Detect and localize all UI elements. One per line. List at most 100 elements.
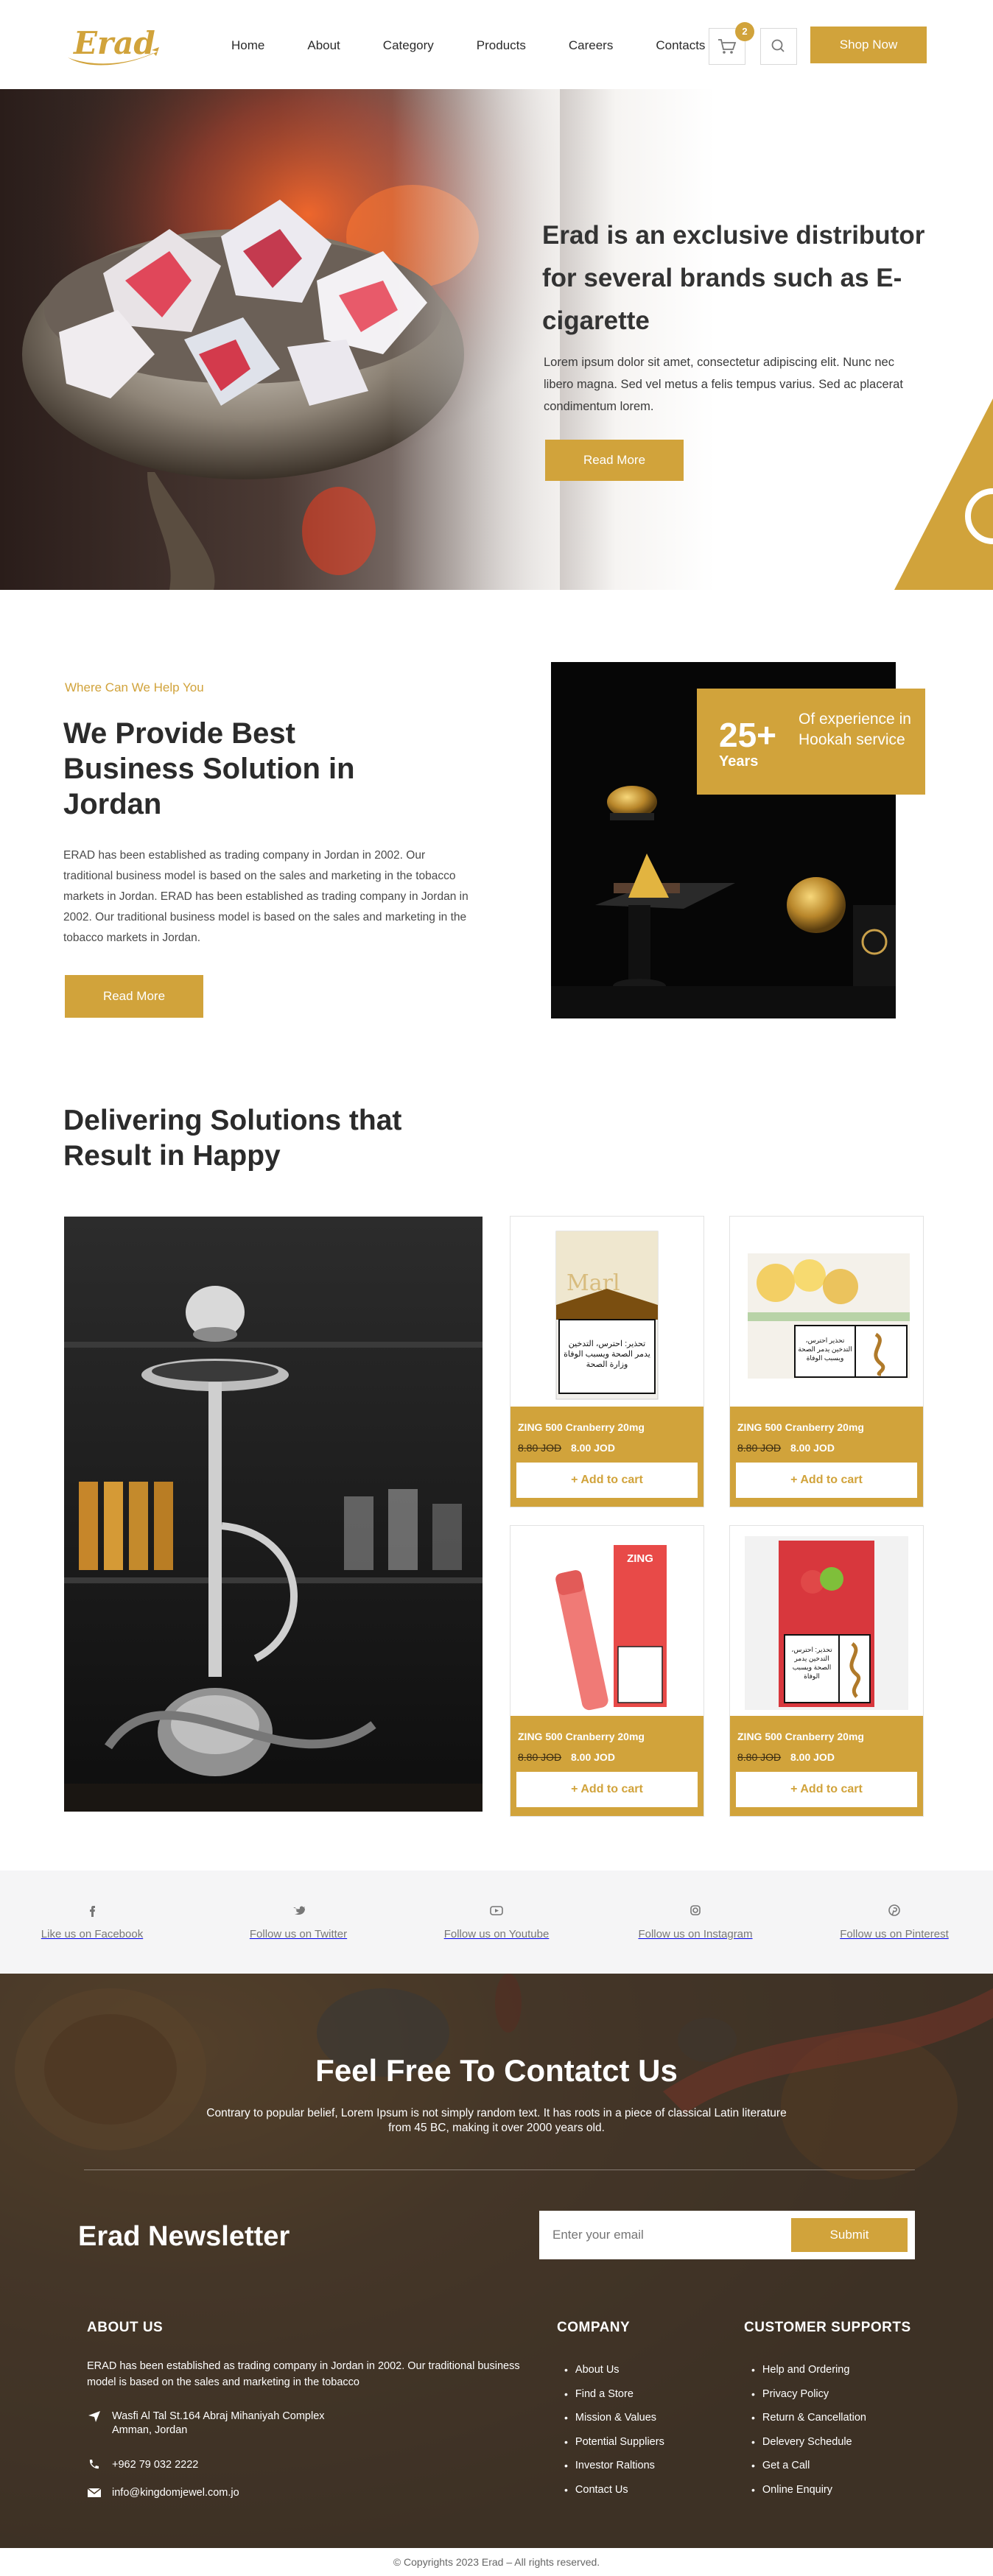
copyright-text: © Copyrights 2023 Erad – All rights rese…	[0, 2548, 993, 2576]
add-to-cart-button[interactable]: + Add to cart	[736, 1463, 917, 1498]
social-bar: Like us on Facebook Follow us on Twitter…	[0, 1871, 993, 1974]
address-text: Wasfi Al Tal St.164 Abraj Mihaniyah Comp…	[112, 2410, 325, 2436]
product-image: Marl	[510, 1217, 703, 1407]
pinterest-icon	[888, 1904, 900, 1916]
product-name[interactable]: ZING 500 Cranberry 20mg	[737, 1731, 864, 1742]
hero-title: Erad is an exclusive distributor for sev…	[542, 221, 925, 335]
footer-email[interactable]: info@kingdomjewel.com.jo	[87, 2486, 239, 2500]
product-info: ZING 500 Cranberry 20mg 8.80 JOD 8.00 JO…	[730, 1407, 923, 1507]
hero-section: Erad is an exclusive distributor for sev…	[0, 89, 993, 590]
product-name[interactable]: ZING 500 Cranberry 20mg	[737, 1421, 864, 1433]
product-price: 8.00 JOD	[571, 1751, 615, 1763]
about-eyebrow: Where Can We Help You	[65, 680, 204, 694]
product-info: ZING 500 Cranberry 20mg 8.80 JOD 8.00 JO…	[510, 1407, 703, 1507]
social-pinterest[interactable]: Follow us on Pinterest	[799, 1903, 990, 1940]
footer-about-heading: ABOUT US	[87, 2320, 164, 2335]
footer-link-about-us[interactable]: About Us	[564, 2358, 664, 2382]
footer-company-links: About Us Find a Store Mission & Values P…	[564, 2358, 664, 2502]
products-title: Delivering Solutions that Result in Happ…	[63, 1105, 402, 1172]
nav-contacts[interactable]: Contacts	[656, 38, 705, 53]
about-read-more-button[interactable]: Read More	[65, 975, 203, 1018]
search-icon	[771, 39, 785, 52]
brand-label: ZING	[627, 1552, 653, 1565]
hookah-shop-photo	[64, 1217, 483, 1812]
product-info: ZING 500 Cranberry 20mg 8.80 JOD 8.00 JO…	[510, 1716, 703, 1816]
instagram-icon	[690, 1905, 701, 1915]
social-label: Follow us on Twitter	[249, 1928, 348, 1940]
add-to-cart-button[interactable]: + Add to cart	[516, 1772, 698, 1807]
product-old-price: 8.80 JOD	[737, 1751, 782, 1763]
add-to-cart-button[interactable]: + Add to cart	[736, 1772, 917, 1807]
product-image	[730, 1217, 923, 1407]
social-label: Follow us on Instagram	[638, 1928, 753, 1940]
main-nav: Home About Category Products Careers Con…	[231, 38, 748, 53]
footer-link-help[interactable]: Help and Ordering	[751, 2358, 866, 2382]
logo-swoosh-icon	[68, 47, 159, 66]
experience-number: 25+	[719, 716, 777, 754]
nav-about[interactable]: About	[307, 38, 340, 53]
footer-link-contact[interactable]: Contact Us	[564, 2478, 664, 2502]
product-card[interactable]: ZING 500 Cranberry 20mg 8.80 JOD 8.00 JO…	[729, 1525, 924, 1817]
warning-label: تحذير: احترس، التدخين يدمر الصحة ويسبب ا…	[564, 1340, 650, 1369]
newsletter-title: Erad Newsletter	[78, 2221, 290, 2252]
about-description: ERAD has been established as trading com…	[63, 849, 469, 944]
footer-about-text: ERAD has been established as trading com…	[87, 2360, 520, 2388]
product-name[interactable]: ZING 500 Cranberry 20mg	[518, 1731, 645, 1742]
footer-link-enquiry[interactable]: Online Enquiry	[751, 2478, 866, 2502]
social-instagram[interactable]: Follow us on Instagram	[600, 1903, 791, 1940]
add-to-cart-button[interactable]: + Add to cart	[516, 1463, 698, 1498]
email-text: info@kingdomjewel.com.jo	[112, 2487, 239, 2499]
product-old-price: 8.80 JOD	[518, 1751, 562, 1763]
footer-link-get-call[interactable]: Get a Call	[751, 2454, 866, 2478]
product-image	[730, 1526, 923, 1716]
social-label: Follow us on Youtube	[443, 1928, 550, 1940]
erad-logo[interactable]: Erad	[65, 22, 161, 71]
social-youtube[interactable]: Follow us on Youtube	[401, 1903, 592, 1940]
social-label: Like us on Facebook	[41, 1928, 144, 1940]
nav-products[interactable]: Products	[477, 38, 526, 53]
twitter-icon	[293, 1906, 305, 1915]
shop-now-button[interactable]: Shop Now	[810, 27, 927, 63]
footer-link-delivery[interactable]: Delevery Schedule	[751, 2430, 866, 2454]
footer-support-links: Help and Ordering Privacy Policy Return …	[751, 2358, 866, 2502]
hero-read-more-button[interactable]: Read More	[545, 440, 684, 481]
newsletter-submit-button[interactable]: Submit	[791, 2218, 908, 2252]
hero-description: Lorem ipsum dolor sit amet, consectetur …	[544, 356, 903, 413]
contact-description: Contrary to popular belief, Lorem Ipsum …	[206, 2107, 787, 2134]
product-name[interactable]: ZING 500 Cranberry 20mg	[518, 1421, 645, 1433]
social-twitter[interactable]: Follow us on Twitter	[203, 1903, 394, 1940]
footer-link-find-store[interactable]: Find a Store	[564, 2382, 664, 2407]
footer-phone[interactable]: +962 79 032 2222	[87, 2458, 198, 2472]
search-button[interactable]	[760, 28, 797, 65]
product-image	[510, 1526, 703, 1716]
envelope-icon	[87, 2488, 102, 2497]
newsletter-email-input[interactable]	[547, 2218, 790, 2252]
product-price: 8.00 JOD	[790, 1442, 835, 1454]
footer-link-investors[interactable]: Investor Raltions	[564, 2454, 664, 2478]
product-card[interactable]: ZING 500 Cranberry 20mg 8.80 JOD 8.00 JO…	[729, 1216, 924, 1507]
footer-link-mission[interactable]: Mission & Values	[564, 2406, 664, 2430]
footer-support-heading: CUSTOMER SUPPORTS	[744, 2320, 911, 2335]
decorative-triangle	[894, 398, 993, 590]
product-card[interactable]: ZING ZING 500 Cranberry 20mg 8.80 JOD 8.…	[510, 1525, 704, 1817]
warning-label: تحذير احترس، التدخين يدمر الصحة ويسبب ال…	[798, 1337, 852, 1362]
contact-footer-section: Feel Free To Contatct Us Contrary to pop…	[0, 1974, 993, 2576]
facebook-icon	[90, 1906, 95, 1917]
product-old-price: 8.80 JOD	[518, 1442, 562, 1454]
experience-unit: Years	[719, 753, 759, 770]
social-label: Follow us on Pinterest	[840, 1928, 949, 1940]
footer-link-privacy[interactable]: Privacy Policy	[751, 2382, 866, 2407]
nav-home[interactable]: Home	[231, 38, 264, 53]
cart-count-badge: 2	[735, 22, 754, 41]
product-card[interactable]: Marl ZING 500 Cranberry 20mg 8.80 JOD 8.…	[510, 1216, 704, 1507]
about-title: We Provide Best Business Solution in Jor…	[63, 717, 355, 820]
footer-link-suppliers[interactable]: Potential Suppliers	[564, 2430, 664, 2454]
social-facebook[interactable]: Like us on Facebook	[0, 1903, 188, 1940]
footer-link-returns[interactable]: Return & Cancellation	[751, 2406, 866, 2430]
product-price: 8.00 JOD	[571, 1442, 615, 1454]
newsletter-form: Submit	[539, 2211, 915, 2259]
footer-company-heading: COMPANY	[557, 2320, 631, 2335]
nav-careers[interactable]: Careers	[569, 38, 613, 53]
nav-category[interactable]: Category	[383, 38, 434, 53]
product-price: 8.00 JOD	[790, 1751, 835, 1763]
